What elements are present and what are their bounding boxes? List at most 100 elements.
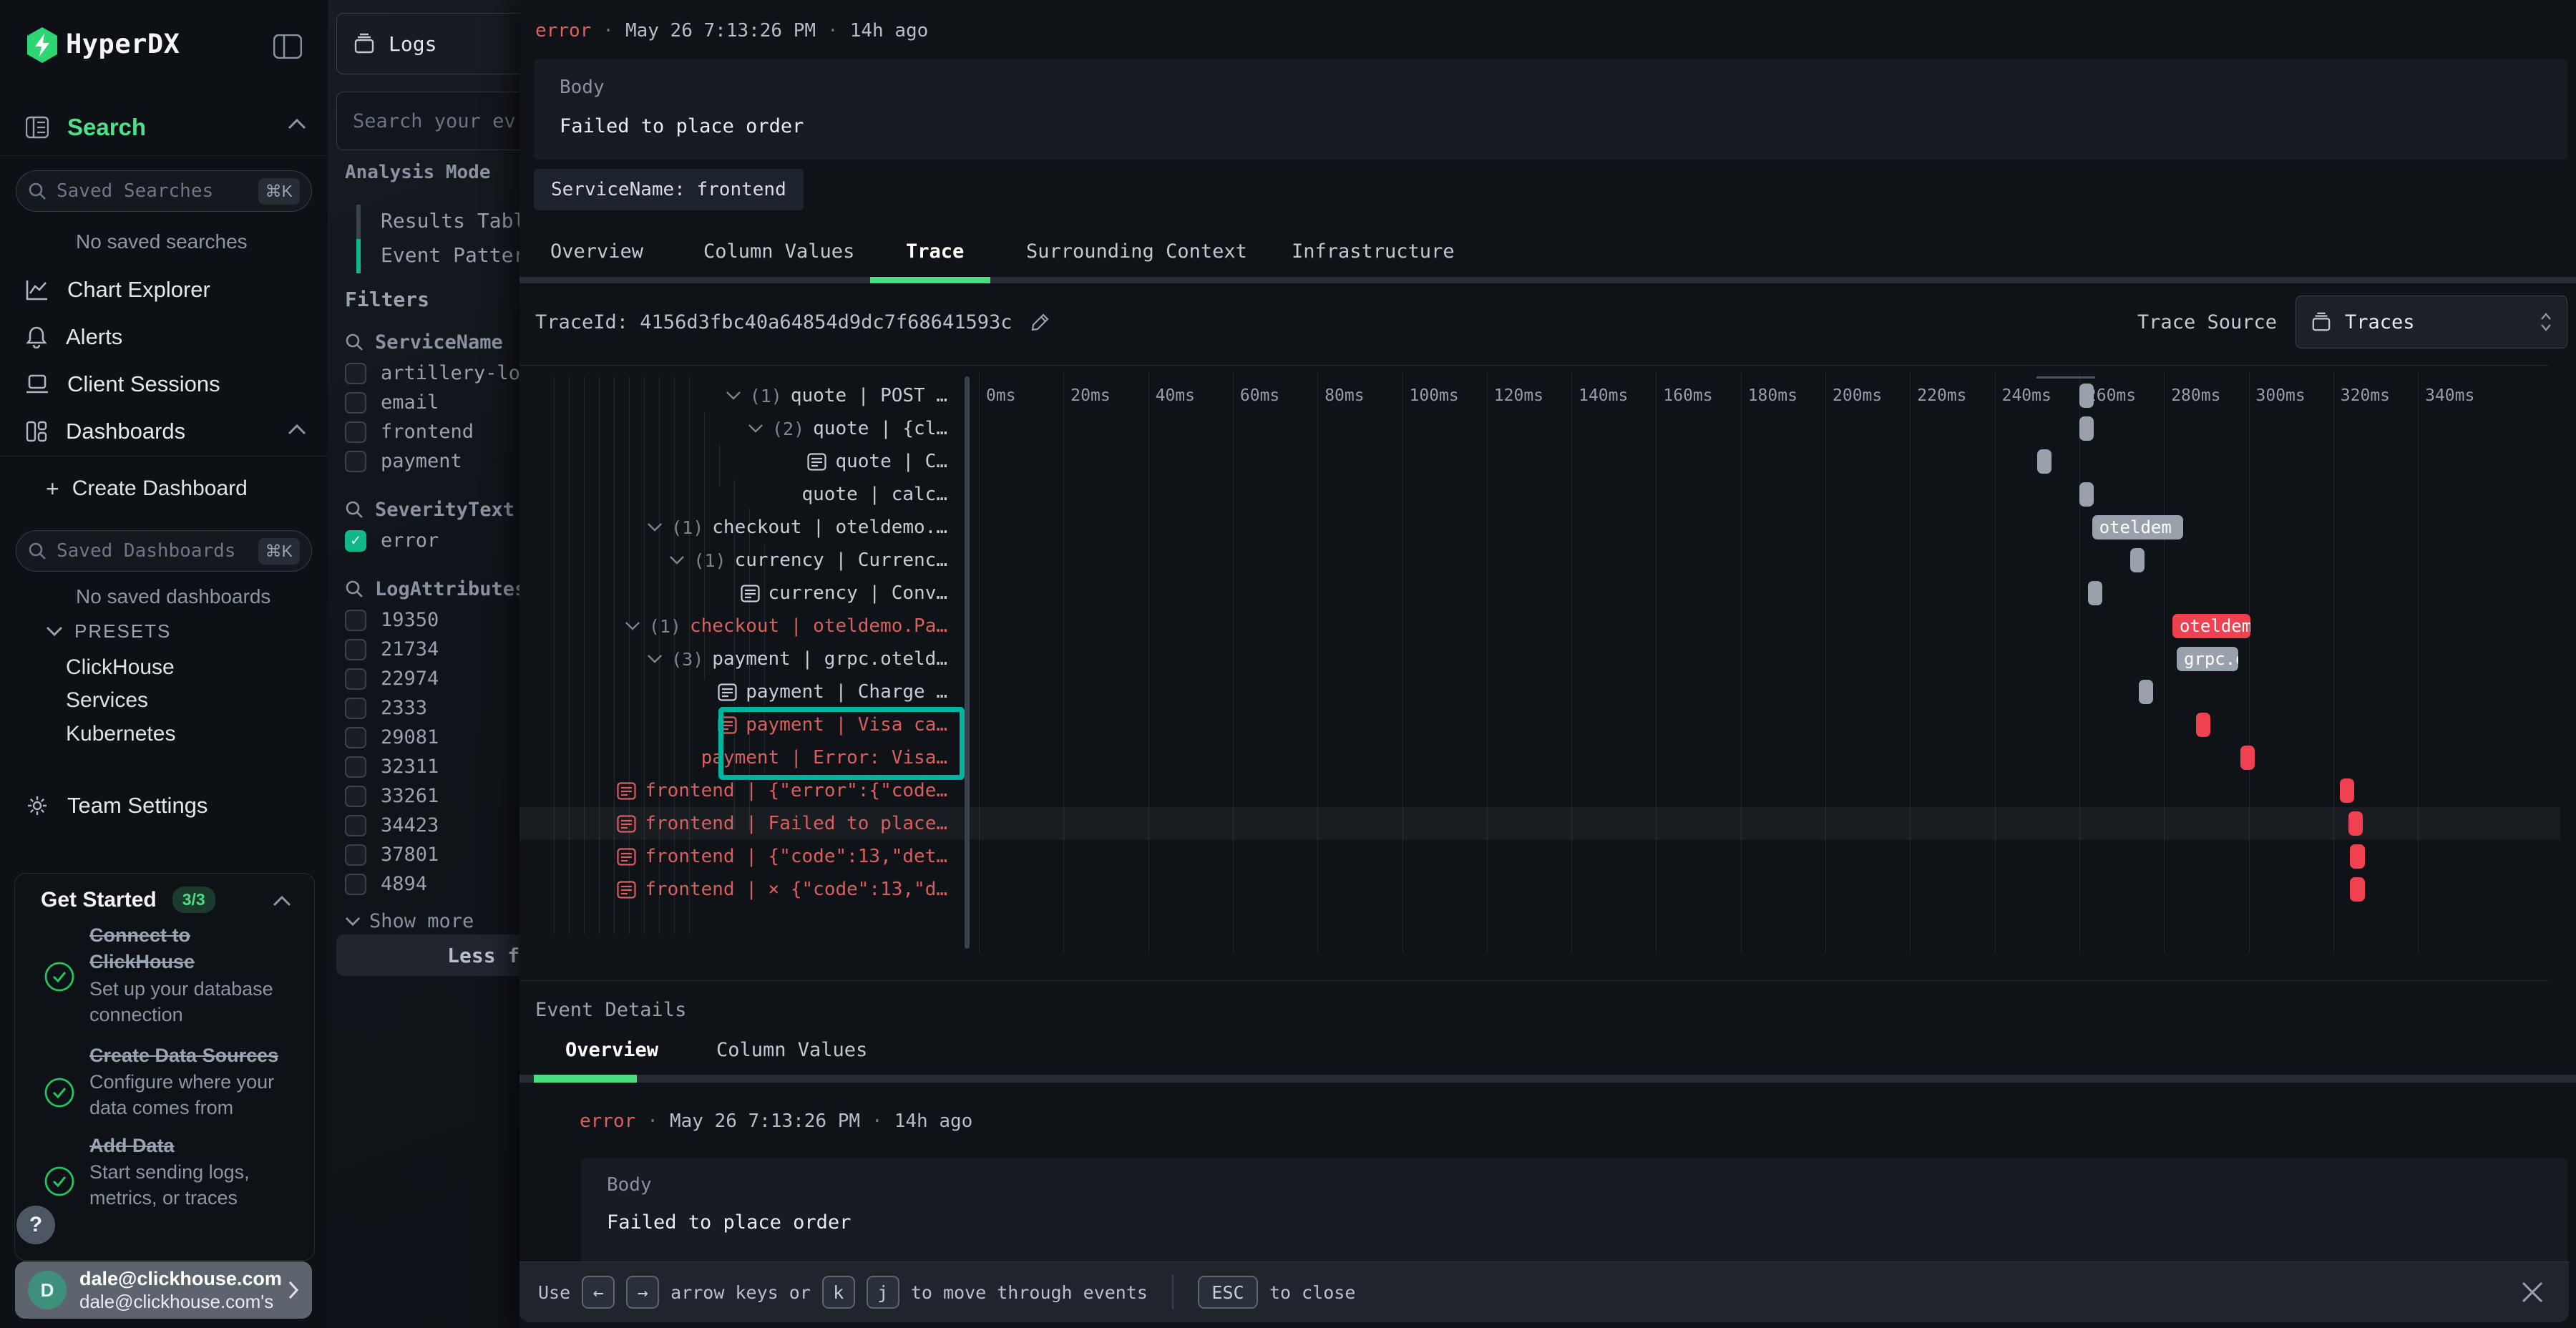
span-row-7[interactable]: currency | Conv… <box>519 577 953 610</box>
checkbox-unchecked[interactable] <box>345 451 366 472</box>
checkbox-unchecked[interactable] <box>345 727 366 748</box>
sidebar-item-client-sessions[interactable]: Client Sessions <box>26 368 305 401</box>
tab-column-values[interactable]: Column Values <box>703 240 854 263</box>
tab-trace[interactable]: Trace <box>906 240 964 263</box>
edit-pencil-icon[interactable] <box>1030 312 1050 332</box>
saved-searches-input[interactable]: Saved Searches ⌘K <box>16 170 312 212</box>
span-bar-13[interactable] <box>2340 778 2354 803</box>
close-icon[interactable] <box>2520 1280 2545 1304</box>
checkbox-unchecked[interactable] <box>345 668 366 690</box>
sidebar-item-search[interactable]: Search <box>26 111 305 144</box>
arrow-left-key[interactable]: ← <box>582 1276 615 1309</box>
sidebar-item-chart-explorer[interactable]: Chart Explorer <box>26 273 305 306</box>
get-started-header[interactable]: Get Started 3/3 <box>41 887 215 913</box>
tab-infrastructure[interactable]: Infrastructure <box>1292 240 1455 263</box>
less-filters-button[interactable]: Less fil <box>336 934 545 976</box>
span-row-14[interactable]: frontend | Failed to place… <box>519 807 953 840</box>
checkbox-unchecked[interactable] <box>345 844 366 866</box>
span-bar-2[interactable] <box>2079 416 2094 441</box>
sidebar-item-dashboards[interactable]: Dashboards <box>26 415 305 448</box>
span-bar-4[interactable] <box>2079 482 2094 507</box>
chevron-down-icon[interactable] <box>669 555 685 565</box>
arrow-right-key[interactable]: → <box>626 1276 659 1309</box>
tab-overview[interactable]: Overview <box>550 240 643 263</box>
span-row-2[interactable]: (2)quote | {cl… <box>519 412 953 445</box>
help-button[interactable]: ? <box>16 1206 55 1244</box>
checkbox-unchecked[interactable] <box>345 639 366 660</box>
span-bar-1[interactable] <box>2079 384 2094 408</box>
span-row-16[interactable]: frontend | × {"code":13,"d… <box>519 873 953 906</box>
checkbox-unchecked[interactable] <box>345 610 366 631</box>
checkbox-unchecked[interactable] <box>345 786 366 807</box>
span-row-1[interactable]: (1)quote | POST … <box>519 379 953 412</box>
log-event-icon <box>617 815 636 833</box>
chevron-up-icon[interactable] <box>273 895 291 907</box>
filter-item-label: payment <box>381 450 462 472</box>
span-bar-9[interactable]: grpc.o <box>2177 647 2238 671</box>
tab-surrounding-context[interactable]: Surrounding Context <box>1026 240 1247 263</box>
saved-dashboards-input[interactable]: Saved Dashboards ⌘K <box>16 530 312 572</box>
tree-scrollbar[interactable] <box>965 376 970 949</box>
span-row-5[interactable]: (1)checkout | oteldemo.… <box>519 511 953 544</box>
chevron-down-icon[interactable] <box>647 654 663 664</box>
hyperdx-logo-icon[interactable] <box>26 27 59 63</box>
span-bar-8[interactable]: oteldem <box>2172 614 2250 638</box>
preset-kubernetes[interactable]: Kubernetes <box>66 722 175 746</box>
create-dashboard-button[interactable]: + Create Dashboard <box>46 472 311 505</box>
span-bar-10[interactable] <box>2139 680 2153 704</box>
ed-tab-column-values[interactable]: Column Values <box>716 1039 867 1061</box>
trace-source-select[interactable]: Traces <box>2296 296 2567 348</box>
checkbox-unchecked[interactable] <box>345 698 366 719</box>
chevron-down-icon <box>345 917 361 927</box>
span-row-9[interactable]: (3)payment | grpc.oteld… <box>519 643 953 675</box>
preset-services[interactable]: Services <box>66 688 148 713</box>
k-key[interactable]: k <box>822 1276 855 1309</box>
span-bar-14[interactable] <box>2348 811 2363 836</box>
span-row-4[interactable]: quote | calc… <box>519 478 953 511</box>
analysis-mode-results-table[interactable]: Results Table <box>381 209 537 233</box>
service-name-chip[interactable]: ServiceName: frontend <box>534 169 804 210</box>
span-bar-12[interactable] <box>2240 746 2255 770</box>
span-row-8[interactable]: (1)checkout | oteldemo.Pa… <box>519 610 953 643</box>
presets-toggle[interactable]: PRESETS <box>46 615 171 647</box>
esc-key[interactable]: ESC <box>1198 1276 1258 1309</box>
span-bar-3[interactable] <box>2037 449 2051 474</box>
chevron-down-icon[interactable] <box>647 522 663 532</box>
span-bar-7[interactable] <box>2088 581 2102 605</box>
preset-clickhouse[interactable]: ClickHouse <box>66 655 175 680</box>
ed-tab-overview[interactable]: Overview <box>565 1039 658 1061</box>
j-key[interactable]: j <box>867 1276 899 1309</box>
span-row-6[interactable]: (1)currency | Currenc… <box>519 544 953 577</box>
sidebar-item-team-settings[interactable]: Team Settings <box>26 789 305 822</box>
span-bar-5[interactable]: oteldem <box>2092 515 2183 540</box>
chevron-down-icon[interactable] <box>625 621 640 631</box>
checkbox-unchecked[interactable] <box>345 363 366 384</box>
gs-item-title[interactable]: Connect to ClickHouse <box>89 922 283 976</box>
gs-item-title[interactable]: Add Data <box>89 1133 304 1159</box>
gridline <box>1063 372 1064 953</box>
span-row-10[interactable]: payment | Charge … <box>519 675 953 708</box>
filters-heading: Filters <box>345 288 429 311</box>
span-row-15[interactable]: frontend | {"code":13,"det… <box>519 840 953 873</box>
gs-item-title[interactable]: Create Data Sources <box>89 1043 318 1069</box>
checkbox-unchecked[interactable] <box>345 874 366 895</box>
check-circle-icon <box>44 1077 75 1108</box>
checkbox-unchecked[interactable] <box>345 756 366 778</box>
user-menu[interactable]: D dale@clickhouse.com dale@clickhouse.co… <box>15 1261 312 1319</box>
span-bar-15[interactable] <box>2350 844 2365 869</box>
span-bar-6[interactable] <box>2130 548 2145 572</box>
checkbox-checked[interactable]: ✓ <box>345 530 366 552</box>
span-bar-11[interactable] <box>2196 713 2210 737</box>
chevron-down-icon[interactable] <box>726 391 741 401</box>
time-tick-label: 180ms <box>1748 386 1797 405</box>
chevron-down-icon[interactable] <box>748 424 763 434</box>
time-tick-label: 260ms <box>2087 386 2136 405</box>
span-row-3[interactable]: quote | C… <box>519 445 953 478</box>
span-bar-16[interactable] <box>2350 877 2365 902</box>
checkbox-unchecked[interactable] <box>345 421 366 443</box>
checkbox-unchecked[interactable] <box>345 815 366 836</box>
sidebar-item-alerts[interactable]: Alerts <box>26 321 305 353</box>
checkbox-unchecked[interactable] <box>345 392 366 414</box>
collapse-sidebar-icon[interactable] <box>273 34 302 59</box>
filter-item-label: 4894 <box>381 873 427 895</box>
